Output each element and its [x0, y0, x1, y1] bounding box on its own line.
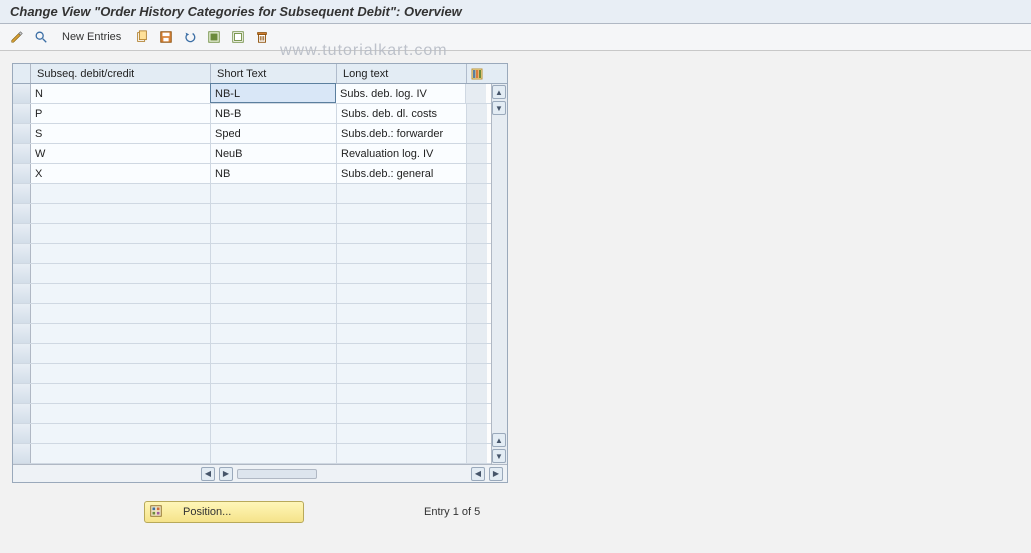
scroll-track[interactable] [237, 469, 317, 479]
column-header-longtext[interactable]: Long text [337, 64, 467, 83]
table-row-empty [13, 304, 507, 324]
delete-icon[interactable] [253, 28, 271, 46]
table-row-empty [13, 344, 507, 364]
table-row-empty [13, 264, 507, 284]
table-row-empty [13, 444, 507, 464]
row-selector[interactable] [13, 324, 31, 343]
vertical-scrollbar[interactable]: ▲ ▼ ▲ ▼ [491, 84, 507, 464]
content-area: Subseq. debit/credit Short Text Long tex… [0, 51, 1031, 553]
cell-longtext[interactable]: Subs.deb.: general [337, 164, 467, 183]
new-entries-button[interactable]: New Entries [56, 29, 127, 45]
row-selector[interactable] [13, 444, 31, 463]
row-selector[interactable] [13, 224, 31, 243]
scroll-down-icon[interactable]: ▼ [492, 101, 506, 115]
scroll-right-icon[interactable]: ▶ [219, 467, 233, 481]
table-row: S Sped Subs.deb.: forwarder [13, 124, 507, 144]
column-header-shorttext[interactable]: Short Text [211, 64, 337, 83]
table-row-empty [13, 364, 507, 384]
row-selector[interactable] [13, 364, 31, 383]
cell-subseq[interactable]: W [31, 144, 211, 163]
watermark-text: www.tutorialkart.com [280, 42, 448, 60]
table-row: P NB-B Subs. deb. dl. costs [13, 104, 507, 124]
footer: Position... Entry 1 of 5 [132, 483, 1019, 541]
cell-longtext[interactable]: Revaluation log. IV [337, 144, 467, 163]
scroll-up-icon[interactable]: ▲ [492, 85, 506, 99]
position-icon [149, 504, 163, 521]
row-selector[interactable] [13, 424, 31, 443]
row-selector[interactable] [13, 104, 31, 123]
table-header: Subseq. debit/credit Short Text Long tex… [13, 64, 507, 84]
table-row-empty [13, 204, 507, 224]
cell-subseq[interactable]: X [31, 164, 211, 183]
table-row-empty [13, 224, 507, 244]
cell-longtext[interactable]: Subs. deb. dl. costs [337, 104, 467, 123]
row-selector[interactable] [13, 184, 31, 203]
toolbar: New Entries [0, 24, 1031, 51]
scroll-left-icon[interactable]: ◀ [201, 467, 215, 481]
row-selector[interactable] [13, 284, 31, 303]
cell-shorttext[interactable]: Sped [211, 124, 337, 143]
row-selector[interactable] [13, 84, 31, 103]
position-button-label: Position... [183, 506, 231, 518]
horizontal-scrollbar[interactable]: ◀ ▶ ◀ ▶ [13, 464, 507, 482]
undo-icon[interactable] [181, 28, 199, 46]
scroll-up-icon[interactable]: ▲ [492, 433, 506, 447]
row-selector[interactable] [13, 144, 31, 163]
table: Subseq. debit/credit Short Text Long tex… [12, 63, 508, 483]
cell-shorttext[interactable]: NB-B [211, 104, 337, 123]
deselect-all-icon[interactable] [229, 28, 247, 46]
cell-subseq[interactable]: P [31, 104, 211, 123]
cell-subseq[interactable]: N [31, 84, 211, 103]
toggle-edit-icon[interactable] [8, 28, 26, 46]
row-selector-header[interactable] [13, 64, 31, 83]
row-selector[interactable] [13, 124, 31, 143]
column-header-subseq[interactable]: Subseq. debit/credit [31, 64, 211, 83]
copy-icon[interactable] [133, 28, 151, 46]
row-selector[interactable] [13, 204, 31, 223]
table-row: X NB Subs.deb.: general [13, 164, 507, 184]
table-row-empty [13, 424, 507, 444]
table-row-empty [13, 184, 507, 204]
cell-longtext[interactable]: Subs.deb.: forwarder [337, 124, 467, 143]
table-row-empty [13, 404, 507, 424]
row-selector[interactable] [13, 384, 31, 403]
row-selector[interactable] [13, 264, 31, 283]
cell-shorttext[interactable]: NeuB [211, 144, 337, 163]
cell-shorttext[interactable]: NB [211, 164, 337, 183]
entry-count-text: Entry 1 of 5 [424, 506, 480, 518]
save-icon[interactable] [157, 28, 175, 46]
table-row-empty [13, 324, 507, 344]
table-row: N NB-L Subs. deb. log. IV [13, 84, 507, 104]
page-title: Change View "Order History Categories fo… [0, 0, 1031, 24]
scroll-area [466, 84, 486, 103]
position-button[interactable]: Position... [144, 501, 304, 523]
scroll-left-icon[interactable]: ◀ [471, 467, 485, 481]
table-row-empty [13, 244, 507, 264]
table-row-empty [13, 284, 507, 304]
table-row-empty [13, 384, 507, 404]
scroll-down-icon[interactable]: ▼ [492, 449, 506, 463]
row-selector[interactable] [13, 164, 31, 183]
scroll-right-icon[interactable]: ▶ [489, 467, 503, 481]
configure-columns-icon[interactable] [467, 64, 487, 83]
row-selector[interactable] [13, 344, 31, 363]
cell-subseq[interactable]: S [31, 124, 211, 143]
table-row: W NeuB Revaluation log. IV [13, 144, 507, 164]
row-selector[interactable] [13, 404, 31, 423]
cell-shorttext[interactable]: NB-L [210, 83, 336, 103]
find-icon[interactable] [32, 28, 50, 46]
cell-longtext[interactable]: Subs. deb. log. IV [336, 84, 466, 103]
select-all-icon[interactable] [205, 28, 223, 46]
row-selector[interactable] [13, 244, 31, 263]
row-selector[interactable] [13, 304, 31, 323]
